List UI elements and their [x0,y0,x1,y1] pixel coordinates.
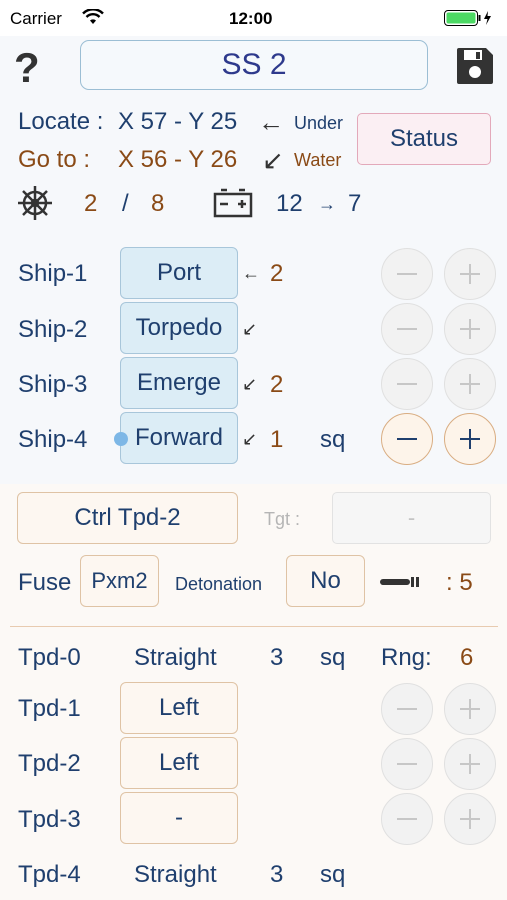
increment-button[interactable] [444,358,496,410]
torpedo-course: Straight [134,644,217,671]
ship-value: 2 [270,371,284,398]
battery-status-icon [444,10,494,26]
ship-value: 2 [270,260,284,287]
torpedo-course-button[interactable]: Left [120,737,238,789]
increment-button[interactable] [444,793,496,845]
decrement-button[interactable] [381,248,433,300]
ship-label: Ship-4 [18,426,88,453]
fuse-label: Fuse [18,569,72,596]
goto-label: Go to : [18,146,91,173]
ship-direction-icon: ↙ [242,319,258,339]
ship-label: Ship-2 [18,316,88,343]
ship-label: Ship-1 [18,260,88,287]
wifi-icon [82,8,104,25]
help-icon[interactable]: ? [14,44,40,92]
torpedo-course: Straight [134,861,217,888]
battery-arrow-icon: → [318,194,336,214]
decrement-button[interactable] [381,683,433,735]
goto-mode: Water [294,150,342,170]
decrement-button[interactable] [381,413,433,465]
vessel-title-field[interactable]: SS 2 [80,40,428,90]
ship-order-button[interactable]: Torpedo [120,302,238,354]
clock: 12:00 [229,9,273,28]
torpedo-course-button[interactable]: - [120,792,238,844]
goto-coords: X 56 - Y 26 [118,146,238,173]
ship-wheel-icon [16,184,54,222]
decrement-button[interactable] [381,303,433,355]
torpedo-section [0,484,507,900]
target-field[interactable]: - [332,492,491,544]
status-button[interactable]: Status [357,113,491,165]
ship-direction-icon: ↙ [242,429,258,449]
locate-direction-icon: ← [258,107,284,137]
ship-value: 1 [270,426,284,453]
ship-direction-icon: ↙ [242,374,258,394]
fuse-button[interactable]: Pxm2 [80,555,159,607]
increment-button[interactable] [444,683,496,735]
torpedo-distance: 3 [270,644,284,671]
increment-button[interactable] [444,738,496,790]
goto-direction-icon: ↙ [262,145,284,175]
status-bar: Carrier 12:00 [0,0,507,36]
ship-direction-icon: ← [242,263,260,283]
torpedo-label: Tpd-2 [18,750,81,777]
ship-order-button[interactable]: Port [120,247,238,299]
selected-indicator [114,432,128,446]
divider [10,626,498,627]
increment-button[interactable] [444,303,496,355]
locate-mode: Under [294,113,344,133]
decrement-button[interactable] [381,738,433,790]
target-label: Tgt : [264,509,301,529]
torpedo-label: Tpd-3 [18,806,81,833]
torpedo-unit: sq [320,861,346,888]
torpedo-icon [380,575,420,587]
torpedo-label: Tpd-0 [18,644,81,671]
battery-icon [213,188,253,218]
crew-count: 2 [84,190,98,217]
decrement-button[interactable] [381,793,433,845]
crew-max: 8 [151,190,165,217]
torpedo-count: : 5 [446,569,473,596]
increment-button[interactable] [444,248,496,300]
torpedo-distance: 3 [270,861,284,888]
ship-order-button[interactable]: Forward [120,412,238,464]
torpedo-label: Tpd-1 [18,695,81,722]
vessel-title: SS 2 [221,48,287,81]
crew-separator: / [122,190,129,217]
range-value: 6 [460,644,474,671]
ship-unit: sq [320,426,346,453]
torpedo-unit: sq [320,644,346,671]
locate-label: Locate : [18,108,104,135]
ship-label: Ship-3 [18,371,88,398]
detonation-button[interactable]: No [286,555,365,607]
torpedo-label: Tpd-4 [18,861,81,888]
detonation-label: Detonation [175,574,263,594]
battery-from: 12 [276,190,303,217]
increment-button[interactable] [444,413,496,465]
decrement-button[interactable] [381,358,433,410]
save-icon[interactable] [455,46,495,86]
battery-to: 7 [348,190,362,217]
range-label: Rng: [381,644,432,671]
locate-coords: X 57 - Y 25 [118,108,238,135]
ship-order-button[interactable]: Emerge [120,357,238,409]
carrier-label: Carrier [10,9,62,28]
torpedo-course-button[interactable]: Left [120,682,238,734]
control-torpedo-button[interactable]: Ctrl Tpd-2 [17,492,238,544]
